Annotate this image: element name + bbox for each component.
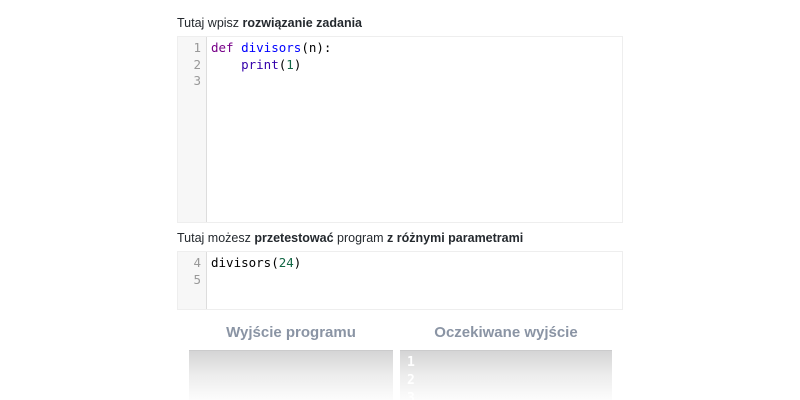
solution-label: Tutaj wpisz rozwiązanie zadania	[177, 16, 623, 31]
exercise-page: Tutaj wpisz rozwiązanie zadania 123 def …	[0, 0, 800, 400]
line-number: 3	[178, 73, 201, 90]
solution-editor-gutter: 123	[178, 37, 207, 222]
results-headers: Wyjście programu Oczekiwane wyjście	[189, 324, 612, 342]
program-output-panel	[189, 350, 393, 400]
expected-output-header: Oczekiwane wyjście	[400, 324, 612, 342]
test-editor-code[interactable]: divisors(24)	[207, 252, 622, 309]
line-number: 5	[178, 272, 201, 289]
solution-editor-code[interactable]: def divisors(n): print(1)	[207, 37, 622, 222]
expected-output-panel: 123	[400, 350, 612, 400]
test-editor-gutter: 45	[178, 252, 207, 309]
code-line	[211, 73, 622, 90]
output-line: 2	[407, 372, 612, 390]
output-line: 3	[407, 390, 612, 400]
code-line: def divisors(n):	[211, 40, 622, 57]
code-line: divisors(24)	[211, 255, 622, 272]
code-line: print(1)	[211, 57, 622, 74]
results-section: Wyjście programu Oczekiwane wyjście 123	[189, 324, 612, 400]
results-panels: 123	[189, 350, 612, 400]
line-number: 1	[178, 40, 201, 57]
output-line: 1	[407, 354, 612, 372]
line-number: 4	[178, 255, 201, 272]
test-code-editor[interactable]: 45 divisors(24)	[177, 251, 623, 310]
code-line	[211, 272, 622, 289]
line-number: 2	[178, 57, 201, 74]
program-output-header: Wyjście programu	[189, 324, 393, 342]
content-column: Tutaj wpisz rozwiązanie zadania 123 def …	[177, 0, 623, 400]
solution-code-editor[interactable]: 123 def divisors(n): print(1)	[177, 36, 623, 223]
test-label: Tutaj możesz przetestować program z różn…	[177, 231, 623, 246]
